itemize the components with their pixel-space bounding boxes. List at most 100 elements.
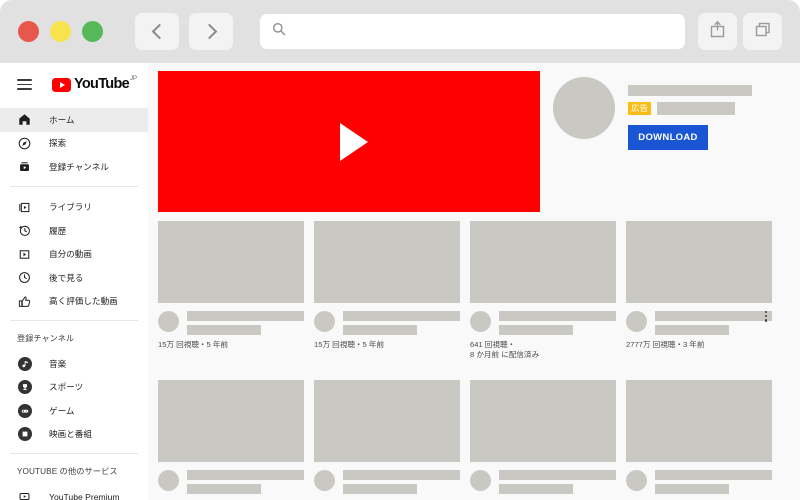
sidebar-item-label: 自分の動画 [49, 249, 92, 260]
channel-avatar[interactable] [158, 469, 179, 491]
sidebar-item-youtube-premium[interactable]: YouTube Premium [0, 485, 148, 500]
video-thumbnail[interactable] [470, 379, 616, 462]
sidebar-item-label: スポーツ [49, 382, 84, 393]
video-thumbnail[interactable] [626, 379, 772, 462]
share-button[interactable] [698, 13, 737, 50]
video-card[interactable]: 15万 回視聴・5 年前 [158, 221, 304, 361]
sidebar-divider-2 [10, 320, 138, 321]
channel-avatar[interactable] [470, 311, 491, 332]
sidebar-divider-3 [10, 453, 138, 454]
back-button[interactable] [135, 13, 179, 50]
compass-icon [17, 136, 32, 151]
advertiser-avatar [553, 77, 615, 139]
sidebar-item-watch-later[interactable]: 後で見る [0, 266, 148, 290]
channel-name-placeholder [187, 325, 261, 335]
show-tabs-button[interactable] [743, 13, 782, 50]
channel-avatar[interactable] [158, 311, 179, 332]
masthead-ad-panel: 広告 DOWNLOAD [553, 71, 793, 171]
your-videos-icon [17, 247, 32, 262]
video-grid-row [158, 379, 800, 499]
video-title-placeholder [499, 311, 616, 321]
video-card[interactable] [470, 379, 616, 499]
sidebar-item-label: 登録チャンネル [49, 161, 109, 172]
chevron-left-icon [151, 23, 167, 40]
sidebar-item-sports[interactable]: スポーツ [0, 376, 148, 400]
video-card[interactable]: 641 回視聴・ 8 か月前 に配信済み [470, 221, 616, 361]
sidebar-subscriptions-header: 登録チャンネル [17, 334, 75, 343]
video-thumbnail[interactable] [470, 221, 616, 303]
video-title-placeholder [187, 311, 304, 321]
close-window-button[interactable] [18, 21, 39, 42]
video-title-placeholder [343, 311, 460, 321]
channel-name-placeholder [655, 325, 729, 335]
address-bar[interactable] [260, 14, 685, 49]
sidebar-item-label: 探索 [49, 138, 67, 149]
video-grid-row: 15万 回視聴・5 年前 15万 回視聴・5 年前 641 回視聴・ 8 か月前… [158, 221, 800, 361]
video-thumbnail[interactable] [314, 379, 460, 462]
sidebar-item-liked-videos[interactable]: 高く評価した動画 [0, 290, 148, 314]
sidebar-item-subscriptions[interactable]: 登録チャンネル [0, 155, 148, 179]
masthead-video-banner[interactable] [158, 71, 540, 212]
maximize-window-button[interactable] [82, 21, 103, 42]
channel-avatar[interactable] [470, 469, 491, 491]
sidebar-header: YouTube JP [0, 63, 148, 106]
channel-avatar[interactable] [314, 469, 335, 491]
video-stats: 15万 回視聴・5 年前 [314, 340, 385, 349]
sidebar-item-history[interactable]: 履歴 [0, 219, 148, 243]
share-icon [709, 20, 726, 43]
video-card[interactable] [158, 379, 304, 499]
video-thumbnail[interactable] [158, 379, 304, 462]
sidebar-item-your-videos[interactable]: 自分の動画 [0, 243, 148, 267]
video-card[interactable]: 15万 回視聴・5 年前 [314, 221, 460, 361]
channel-avatar[interactable] [314, 311, 335, 332]
video-card[interactable]: 2777万 回視聴・3 年前 [626, 221, 772, 361]
sidebar-primary-nav: ホーム 探索 登録チャンネル [0, 106, 148, 179]
sidebar-item-label: 後で見る [49, 272, 84, 283]
channel-avatar[interactable] [626, 311, 647, 332]
forward-button[interactable] [189, 13, 233, 50]
youtube-logo[interactable]: YouTube JP [52, 76, 137, 92]
sidebar-item-explore[interactable]: 探索 [0, 132, 148, 156]
window-traffic-lights [18, 21, 103, 42]
minimize-window-button[interactable] [50, 21, 71, 42]
hamburger-menu-icon[interactable] [17, 79, 32, 90]
video-meta [314, 469, 460, 494]
thumbs-up-icon [17, 294, 32, 309]
video-thumbnail[interactable] [314, 221, 460, 303]
sidebar-item-library[interactable]: ライブラリ [0, 196, 148, 220]
page-viewport: YouTube JP ホーム 探索 登録チャンネル ライブラリ 履歴 自分の動画… [0, 63, 800, 500]
video-meta [626, 469, 772, 494]
video-title-placeholder [343, 469, 460, 480]
ad-title-placeholder [628, 85, 752, 96]
ad-subtitle-placeholder [657, 102, 735, 115]
sidebar-item-gaming[interactable]: ゲーム [0, 399, 148, 423]
channel-avatar[interactable] [626, 469, 647, 491]
video-card[interactable] [626, 379, 772, 499]
sidebar-item-music[interactable]: 音楽 [0, 352, 148, 376]
film-icon [17, 427, 32, 442]
video-meta [314, 311, 460, 335]
history-icon [17, 223, 32, 238]
watch-later-icon [17, 270, 32, 285]
video-meta [470, 311, 616, 335]
play-icon[interactable] [340, 122, 368, 161]
sidebar-item-label: 音楽 [49, 358, 67, 369]
video-thumbnail[interactable] [626, 221, 772, 303]
video-stats: 15万 回視聴・5 年前 [158, 340, 229, 349]
channel-name-placeholder [499, 325, 573, 335]
channel-name-placeholder [655, 483, 729, 494]
music-note-icon [17, 356, 32, 371]
sidebar-item-movies-shows[interactable]: 映画と番組 [0, 423, 148, 447]
video-card[interactable] [314, 379, 460, 499]
video-thumbnail[interactable] [158, 221, 304, 303]
channel-name-placeholder [187, 483, 261, 494]
video-title-placeholder [655, 311, 772, 321]
sidebar-more-list: YouTube Premium [0, 483, 148, 500]
address-input[interactable] [295, 24, 665, 39]
library-icon [17, 200, 32, 215]
sidebar-item-label: 高く評価した動画 [49, 296, 118, 307]
download-button[interactable]: DOWNLOAD [628, 125, 708, 150]
video-options-menu-icon[interactable] [761, 311, 771, 322]
sidebar-item-home[interactable]: ホーム [0, 108, 148, 132]
sidebar-library-nav: ライブラリ 履歴 自分の動画 後で見る 高く評価した動画 [0, 194, 148, 314]
